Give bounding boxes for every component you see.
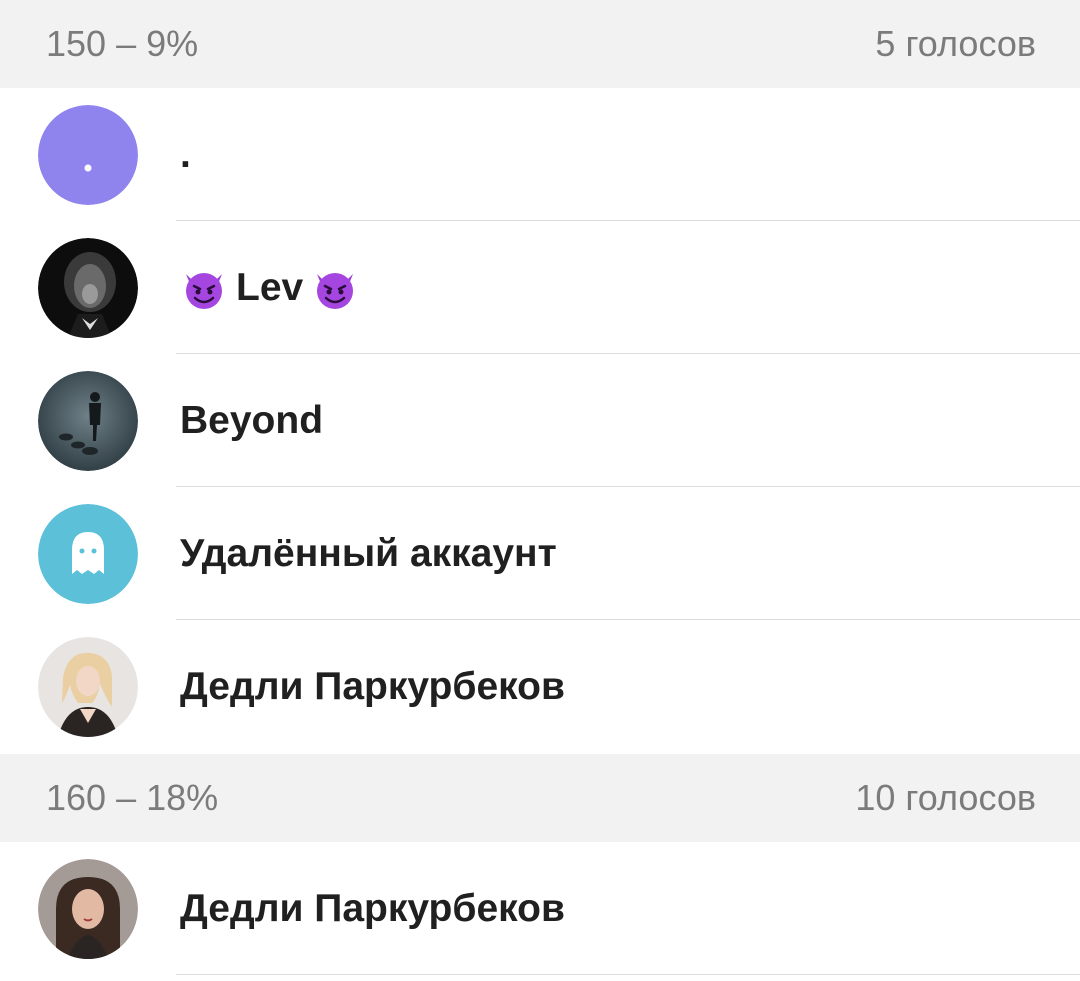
voter-name: Lev [236, 265, 304, 309]
avatar [38, 370, 138, 471]
voter-row[interactable]: Lev [0, 221, 1080, 354]
voter-row[interactable]: Дедли Паркурбеков [0, 620, 1080, 754]
voter-name: Удалённый аккаунт [180, 531, 557, 575]
voter-name: Дедли Паркурбеков [180, 886, 565, 930]
devil-emoji-icon [180, 264, 228, 312]
poll-option-votes: 5 голосов [875, 23, 1036, 64]
poll-option-votes: 10 голосов [855, 777, 1036, 818]
voter-row[interactable]: Beyond [0, 354, 1080, 487]
voter-row[interactable]: Дедли Паркурбеков [0, 842, 1080, 975]
voter-row[interactable]: Удалённый аккаунт [0, 487, 1080, 620]
voter-row[interactable]: . [0, 88, 1080, 221]
voter-name: Beyond [180, 398, 324, 442]
avatar [38, 237, 138, 338]
poll-option-label: 150 – 9% [46, 23, 199, 64]
poll-option-header: 150 – 9% 5 голосов [0, 0, 1080, 88]
divider [176, 974, 1080, 975]
voter-name: . [180, 132, 191, 176]
avatar [38, 104, 138, 205]
poll-option-header: 160 – 18% 10 голосов [0, 754, 1080, 842]
devil-emoji-icon [311, 264, 359, 312]
poll-option-label: 160 – 18% [46, 777, 219, 818]
avatar [38, 637, 138, 737]
avatar [38, 858, 138, 959]
voter-name: Дедли Паркурбеков [180, 665, 565, 708]
ghost-icon [38, 503, 138, 604]
